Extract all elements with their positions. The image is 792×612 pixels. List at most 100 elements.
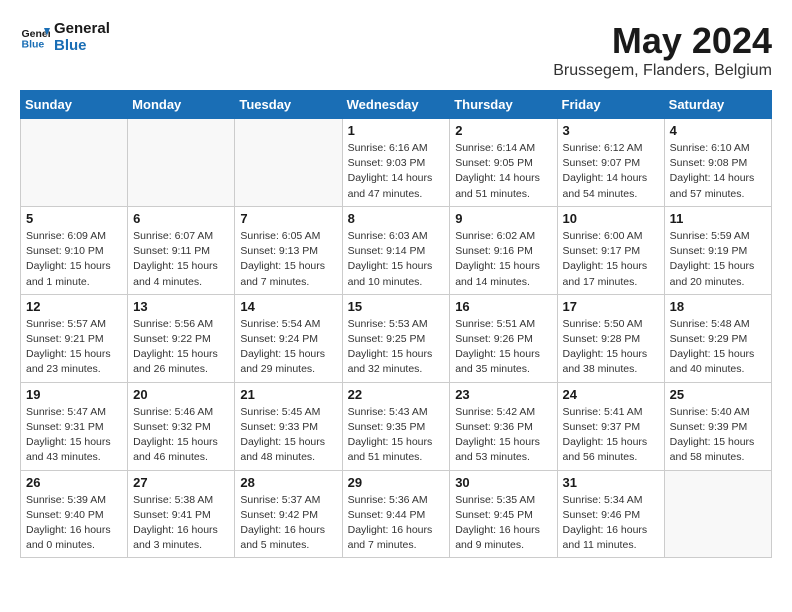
weekday-header: Tuesday: [235, 91, 342, 119]
calendar-cell: [235, 119, 342, 207]
calendar-cell: [21, 119, 128, 207]
day-info: Sunrise: 5:38 AMSunset: 9:41 PMDaylight:…: [133, 493, 229, 554]
day-number: 11: [670, 211, 766, 226]
day-number: 14: [240, 299, 336, 314]
month-title: May 2024: [553, 20, 772, 62]
calendar-cell: 10 Sunrise: 6:00 AMSunset: 9:17 PMDayligh…: [557, 206, 664, 294]
day-info: Sunrise: 5:36 AMSunset: 9:44 PMDaylight:…: [348, 493, 445, 554]
day-number: 27: [133, 475, 229, 490]
day-number: 22: [348, 387, 445, 402]
calendar-cell: 24Sunrise: 5:41 AMSunset: 9:37 PMDayligh…: [557, 382, 664, 470]
day-number: 30: [455, 475, 551, 490]
calendar-cell: 2 Sunrise: 6:14 AMSunset: 9:05 PMDaylight…: [450, 119, 557, 207]
day-info: Sunrise: 5:47 AMSunset: 9:31 PMDaylight:…: [26, 405, 122, 466]
day-number: 26: [26, 475, 122, 490]
weekday-header: Monday: [128, 91, 235, 119]
calendar-header-row: SundayMondayTuesdayWednesdayThursdayFrid…: [21, 91, 772, 119]
day-info: Sunrise: 5:57 AMSunset: 9:21 PMDaylight:…: [26, 317, 122, 378]
weekday-header: Wednesday: [342, 91, 450, 119]
day-info: Sunrise: 5:50 AMSunset: 9:28 PMDaylight:…: [563, 317, 659, 378]
day-number: 10: [563, 211, 659, 226]
calendar-week-row: 19Sunrise: 5:47 AMSunset: 9:31 PMDayligh…: [21, 382, 772, 470]
day-number: 2: [455, 123, 551, 138]
day-info: Sunrise: 5:34 AMSunset: 9:46 PMDaylight:…: [563, 493, 659, 554]
day-number: 29: [348, 475, 445, 490]
logo-line2: Blue: [54, 37, 110, 54]
day-number: 12: [26, 299, 122, 314]
calendar-cell: 15Sunrise: 5:53 AMSunset: 9:25 PMDayligh…: [342, 294, 450, 382]
day-info: Sunrise: 6:03 AMSunset: 9:14 PMDaylight:…: [348, 229, 445, 290]
calendar-cell: 20 Sunrise: 5:46 AMSunset: 9:32 PMDayligh…: [128, 382, 235, 470]
day-number: 25: [670, 387, 766, 402]
calendar-cell: 11Sunrise: 5:59 AMSunset: 9:19 PMDayligh…: [664, 206, 771, 294]
day-number: 5: [26, 211, 122, 226]
day-info: Sunrise: 5:48 AMSunset: 9:29 PMDaylight:…: [670, 317, 766, 378]
day-number: 8: [348, 211, 445, 226]
calendar: SundayMondayTuesdayWednesdayThursdayFrid…: [20, 90, 772, 558]
calendar-cell: [664, 470, 771, 558]
day-number: 17: [563, 299, 659, 314]
calendar-cell: 1Sunrise: 6:16 AMSunset: 9:03 PMDaylight…: [342, 119, 450, 207]
day-number: 13: [133, 299, 229, 314]
day-info: Sunrise: 5:39 AMSunset: 9:40 PMDaylight:…: [26, 493, 122, 554]
calendar-cell: 5 Sunrise: 6:09 AMSunset: 9:10 PMDaylight…: [21, 206, 128, 294]
day-info: Sunrise: 6:02 AMSunset: 9:16 PMDaylight:…: [455, 229, 551, 290]
svg-text:Blue: Blue: [22, 39, 45, 51]
day-info: Sunrise: 5:56 AMSunset: 9:22 PMDaylight:…: [133, 317, 229, 378]
day-info: Sunrise: 5:43 AMSunset: 9:35 PMDaylight:…: [348, 405, 445, 466]
calendar-cell: 14Sunrise: 5:54 AMSunset: 9:24 PMDayligh…: [235, 294, 342, 382]
day-number: 23: [455, 387, 551, 402]
calendar-cell: 31 Sunrise: 5:34 AMSunset: 9:46 PMDayligh…: [557, 470, 664, 558]
day-info: Sunrise: 6:07 AMSunset: 9:11 PMDaylight:…: [133, 229, 229, 290]
calendar-cell: 23 Sunrise: 5:42 AMSunset: 9:36 PMDayligh…: [450, 382, 557, 470]
day-info: Sunrise: 5:53 AMSunset: 9:25 PMDaylight:…: [348, 317, 445, 378]
day-info: Sunrise: 6:09 AMSunset: 9:10 PMDaylight:…: [26, 229, 122, 290]
calendar-cell: 9Sunrise: 6:02 AMSunset: 9:16 PMDaylight…: [450, 206, 557, 294]
calendar-cell: 29 Sunrise: 5:36 AMSunset: 9:44 PMDayligh…: [342, 470, 450, 558]
day-info: Sunrise: 5:35 AMSunset: 9:45 PMDaylight:…: [455, 493, 551, 554]
calendar-cell: 18Sunrise: 5:48 AMSunset: 9:29 PMDayligh…: [664, 294, 771, 382]
title-block: May 2024 Brussegem, Flanders, Belgium: [553, 20, 772, 80]
calendar-cell: 3Sunrise: 6:12 AMSunset: 9:07 PMDaylight…: [557, 119, 664, 207]
weekday-header: Friday: [557, 91, 664, 119]
day-info: Sunrise: 5:40 AMSunset: 9:39 PMDaylight:…: [670, 405, 766, 466]
day-info: Sunrise: 6:16 AMSunset: 9:03 PMDaylight:…: [348, 141, 445, 202]
day-info: Sunrise: 5:42 AMSunset: 9:36 PMDaylight:…: [455, 405, 551, 466]
day-number: 24: [563, 387, 659, 402]
calendar-cell: 21 Sunrise: 5:45 AMSunset: 9:33 PMDayligh…: [235, 382, 342, 470]
calendar-cell: [128, 119, 235, 207]
day-number: 6: [133, 211, 229, 226]
calendar-week-row: 5 Sunrise: 6:09 AMSunset: 9:10 PMDaylight…: [21, 206, 772, 294]
day-number: 7: [240, 211, 336, 226]
calendar-cell: 19Sunrise: 5:47 AMSunset: 9:31 PMDayligh…: [21, 382, 128, 470]
calendar-cell: 13 Sunrise: 5:56 AMSunset: 9:22 PMDayligh…: [128, 294, 235, 382]
weekday-header: Thursday: [450, 91, 557, 119]
day-number: 31: [563, 475, 659, 490]
day-info: Sunrise: 5:45 AMSunset: 9:33 PMDaylight:…: [240, 405, 336, 466]
calendar-cell: 30 Sunrise: 5:35 AMSunset: 9:45 PMDayligh…: [450, 470, 557, 558]
calendar-week-row: 12 Sunrise: 5:57 AMSunset: 9:21 PMDayligh…: [21, 294, 772, 382]
day-info: Sunrise: 5:51 AMSunset: 9:26 PMDaylight:…: [455, 317, 551, 378]
calendar-cell: 8 Sunrise: 6:03 AMSunset: 9:14 PMDaylight…: [342, 206, 450, 294]
day-number: 28: [240, 475, 336, 490]
calendar-cell: 25 Sunrise: 5:40 AMSunset: 9:39 PMDayligh…: [664, 382, 771, 470]
day-info: Sunrise: 5:37 AMSunset: 9:42 PMDaylight:…: [240, 493, 336, 554]
day-info: Sunrise: 6:00 AMSunset: 9:17 PMDaylight:…: [563, 229, 659, 290]
logo: General Blue General Blue: [20, 20, 110, 54]
day-number: 21: [240, 387, 336, 402]
calendar-week-row: 26 Sunrise: 5:39 AMSunset: 9:40 PMDayligh…: [21, 470, 772, 558]
day-number: 20: [133, 387, 229, 402]
weekday-header: Sunday: [21, 91, 128, 119]
day-number: 4: [670, 123, 766, 138]
day-number: 16: [455, 299, 551, 314]
calendar-cell: 22 Sunrise: 5:43 AMSunset: 9:35 PMDayligh…: [342, 382, 450, 470]
day-info: Sunrise: 6:05 AMSunset: 9:13 PMDaylight:…: [240, 229, 336, 290]
calendar-cell: 27 Sunrise: 5:38 AMSunset: 9:41 PMDayligh…: [128, 470, 235, 558]
calendar-cell: 16 Sunrise: 5:51 AMSunset: 9:26 PMDayligh…: [450, 294, 557, 382]
day-info: Sunrise: 6:14 AMSunset: 9:05 PMDaylight:…: [455, 141, 551, 202]
day-info: Sunrise: 5:46 AMSunset: 9:32 PMDaylight:…: [133, 405, 229, 466]
calendar-cell: 28 Sunrise: 5:37 AMSunset: 9:42 PMDayligh…: [235, 470, 342, 558]
calendar-cell: 6 Sunrise: 6:07 AMSunset: 9:11 PMDaylight…: [128, 206, 235, 294]
calendar-cell: 26 Sunrise: 5:39 AMSunset: 9:40 PMDayligh…: [21, 470, 128, 558]
calendar-cell: 12 Sunrise: 5:57 AMSunset: 9:21 PMDayligh…: [21, 294, 128, 382]
